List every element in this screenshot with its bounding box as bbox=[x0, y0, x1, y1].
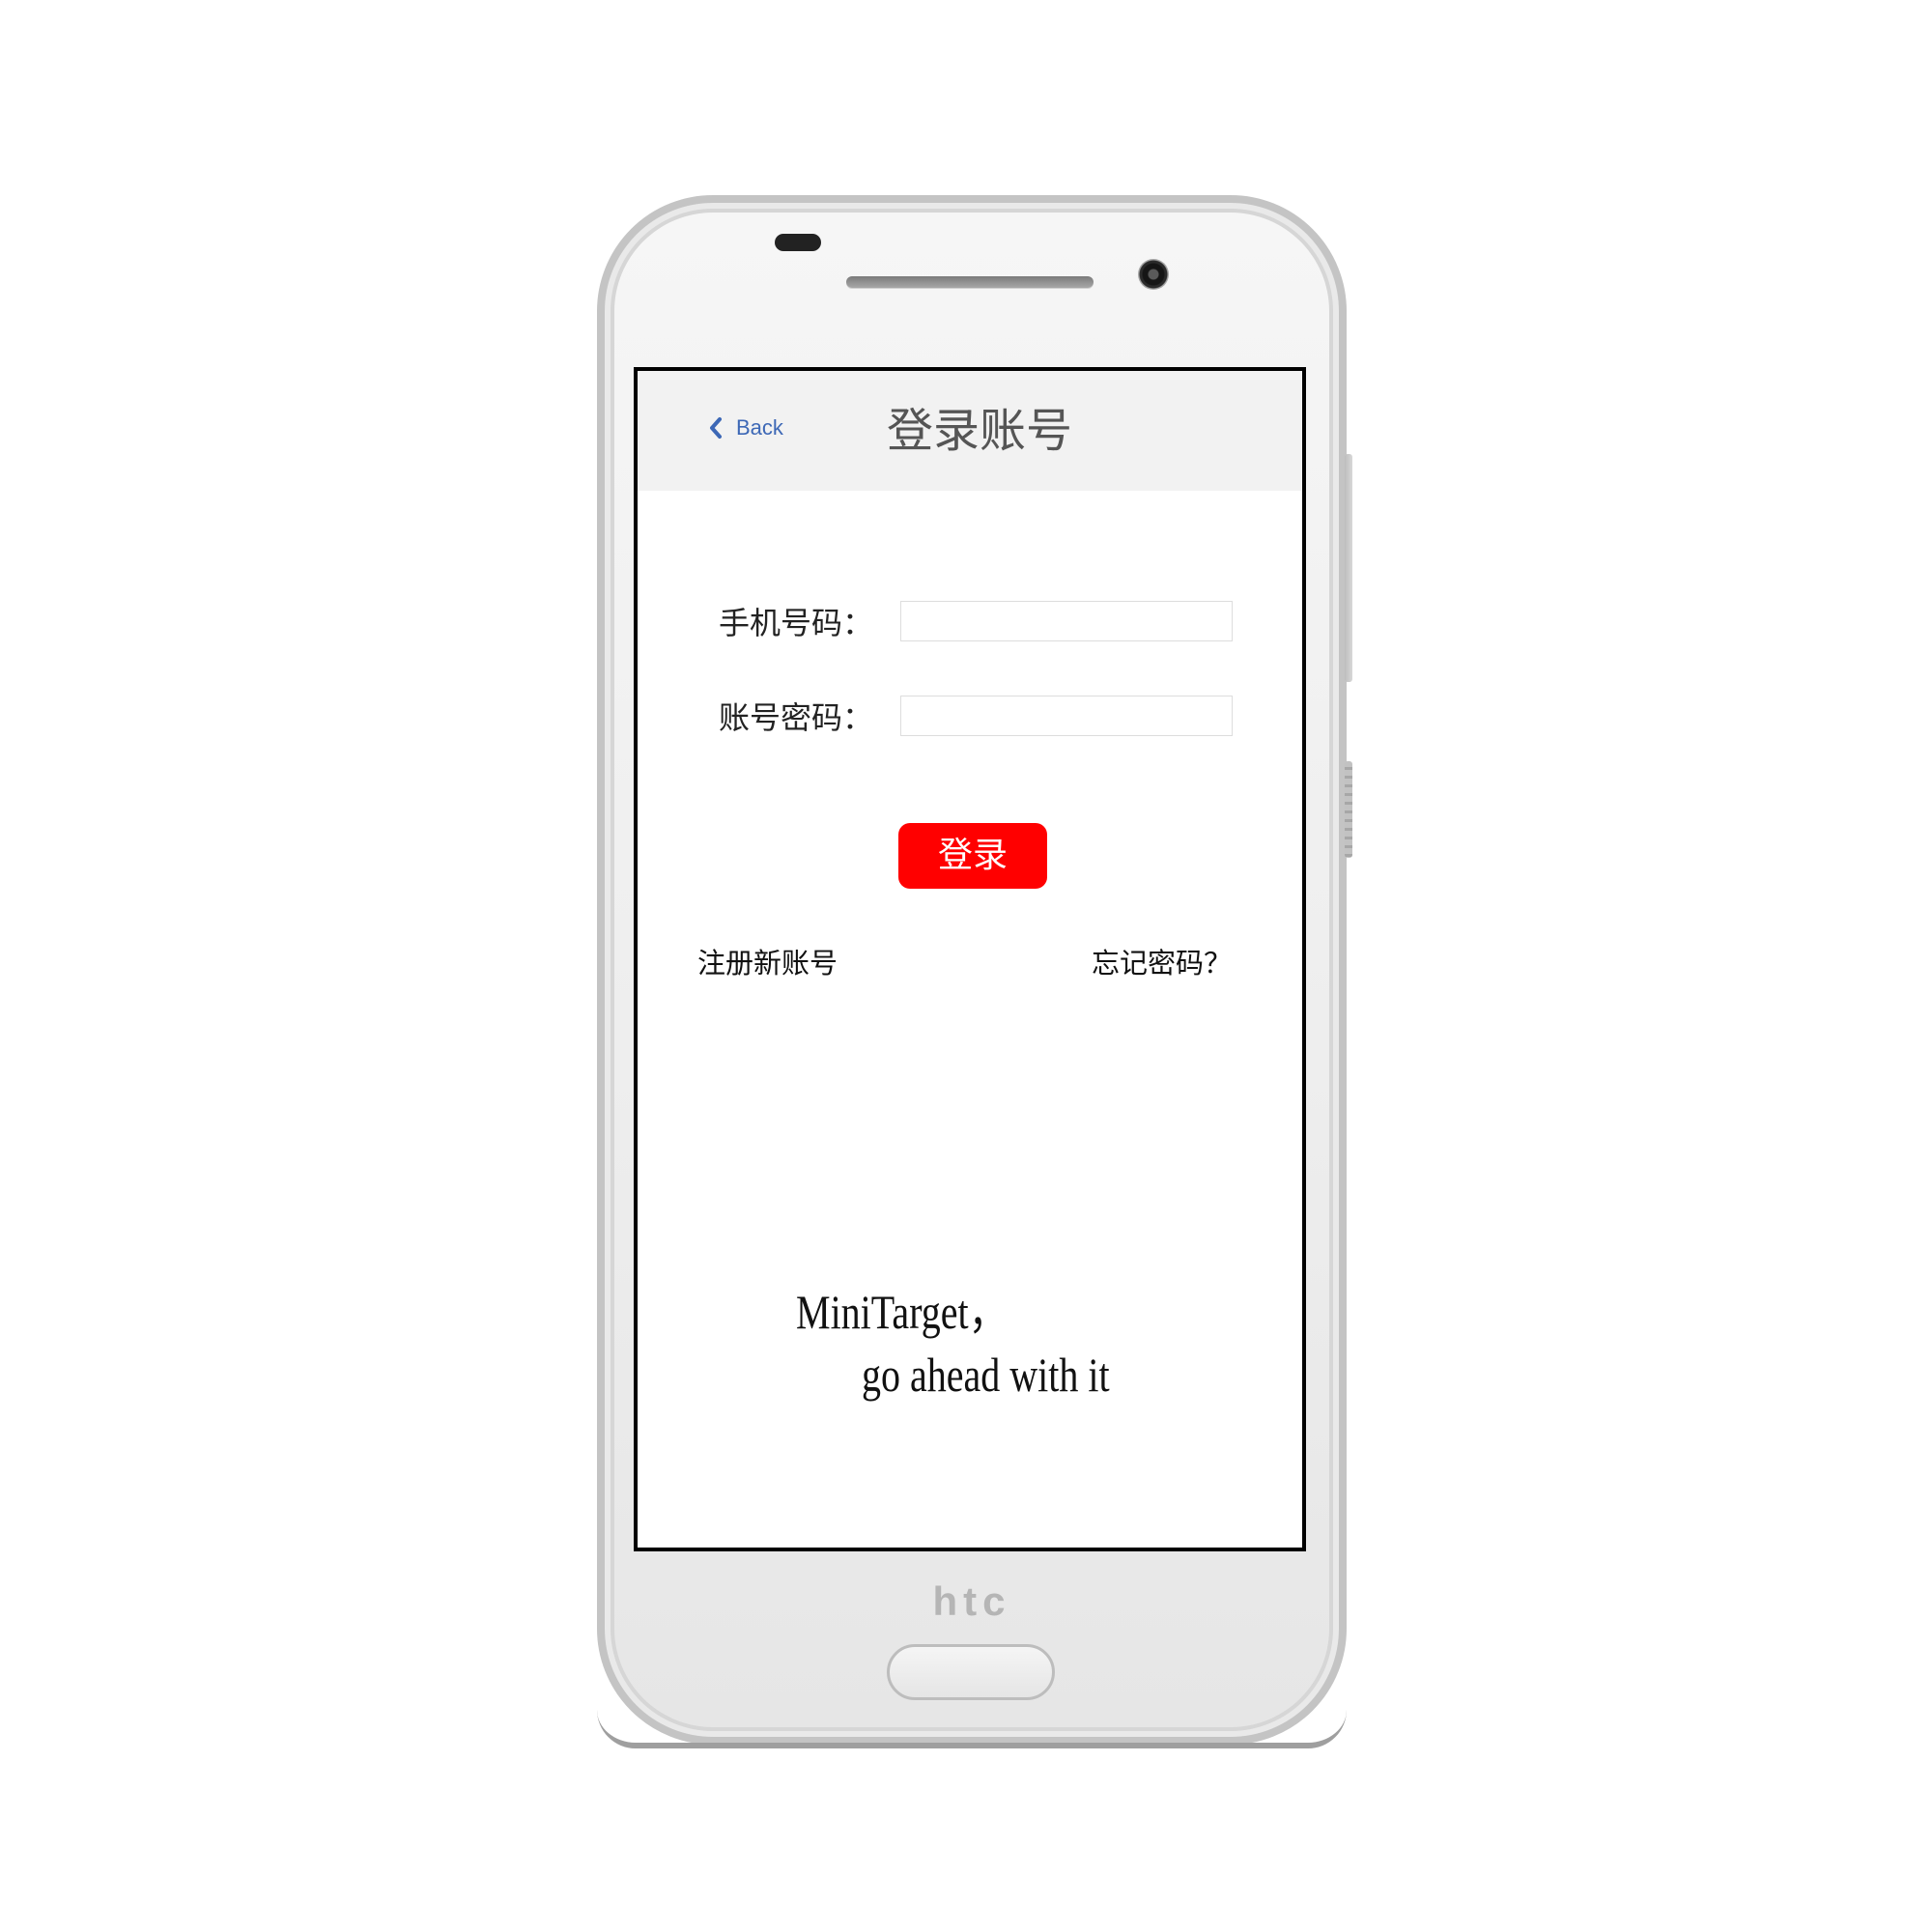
forgot-password-link[interactable]: 忘记密码？ bbox=[1092, 941, 1232, 981]
password-input[interactable] bbox=[900, 696, 1233, 736]
nav-bar: Back 登录账号 bbox=[638, 371, 1302, 491]
power-button bbox=[1345, 761, 1352, 858]
front-camera-icon bbox=[1138, 259, 1169, 290]
login-button[interactable]: 登录 bbox=[898, 823, 1047, 889]
home-button[interactable] bbox=[887, 1644, 1055, 1700]
phone-input[interactable] bbox=[900, 601, 1233, 641]
back-label: Back bbox=[736, 415, 783, 440]
register-link[interactable]: 注册新账号 bbox=[697, 941, 838, 981]
slogan-line-1: MiniTarget， bbox=[796, 1285, 1008, 1339]
brand-logo: htc bbox=[932, 1578, 1011, 1624]
back-button[interactable]: Back bbox=[709, 413, 783, 442]
password-label: 账号密码： bbox=[719, 699, 874, 736]
phone-label: 手机号码： bbox=[719, 605, 874, 641]
password-row: 账号密码： bbox=[719, 692, 1233, 740]
page-title: 登录账号 bbox=[886, 404, 1072, 458]
proximity-sensor bbox=[775, 234, 821, 251]
earpiece-speaker bbox=[846, 276, 1094, 288]
app-screen: Back 登录账号 手机号码： 账号密码： 登录 注册新账号 忘记密码？ Min… bbox=[634, 367, 1306, 1551]
canvas: Back 登录账号 手机号码： 账号密码： 登录 注册新账号 忘记密码？ Min… bbox=[0, 0, 1932, 1932]
phone-row: 手机号码： bbox=[719, 597, 1233, 645]
chevron-left-icon bbox=[710, 417, 722, 439]
volume-button bbox=[1345, 454, 1352, 682]
slogan-line-2: go ahead with it bbox=[862, 1348, 1110, 1402]
